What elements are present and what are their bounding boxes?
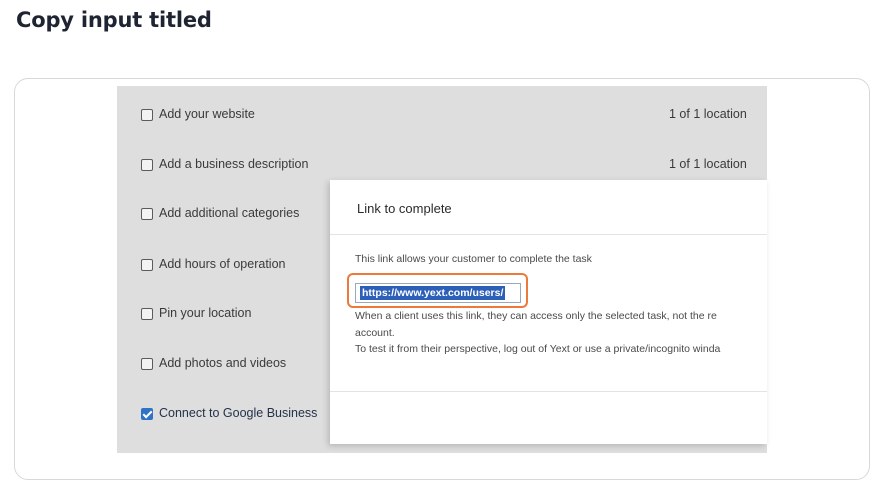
task-status: 1 of 1 location — [669, 157, 747, 171]
task-label: Add photos and videos — [159, 356, 287, 370]
modal-note: To test it from their perspective, log o… — [355, 343, 721, 355]
task-row[interactable]: Add your website 1 of 1 location — [117, 107, 767, 127]
modal-note: When a client uses this link, they can a… — [355, 310, 717, 322]
task-row[interactable]: Add a business description 1 of 1 locati… — [117, 157, 767, 177]
task-checkbox-checked[interactable] — [141, 408, 153, 420]
modal-note: account. — [355, 327, 395, 339]
modal-divider — [330, 234, 767, 235]
link-modal: Link to complete This link allows your c… — [330, 180, 767, 444]
task-label: Pin your location — [159, 306, 252, 320]
task-checkbox[interactable] — [141, 259, 153, 271]
task-label: Add hours of operation — [159, 257, 286, 271]
task-label: Add your website — [159, 107, 255, 121]
task-checkbox[interactable] — [141, 159, 153, 171]
modal-description: This link allows your customer to comple… — [355, 253, 592, 265]
page-heading: Copy input titled — [16, 8, 212, 32]
task-label: Add a business description — [159, 157, 309, 171]
task-checkbox[interactable] — [141, 208, 153, 220]
modal-title: Link to complete — [357, 201, 452, 216]
modal-divider — [330, 391, 767, 392]
task-label: Add additional categories — [159, 206, 300, 220]
task-status: 1 of 1 location — [669, 107, 747, 121]
task-checkbox[interactable] — [141, 308, 153, 320]
link-input-highlight — [347, 273, 528, 308]
task-label: Connect to Google Business — [159, 406, 318, 420]
task-checkbox[interactable] — [141, 358, 153, 370]
task-checkbox[interactable] — [141, 109, 153, 121]
